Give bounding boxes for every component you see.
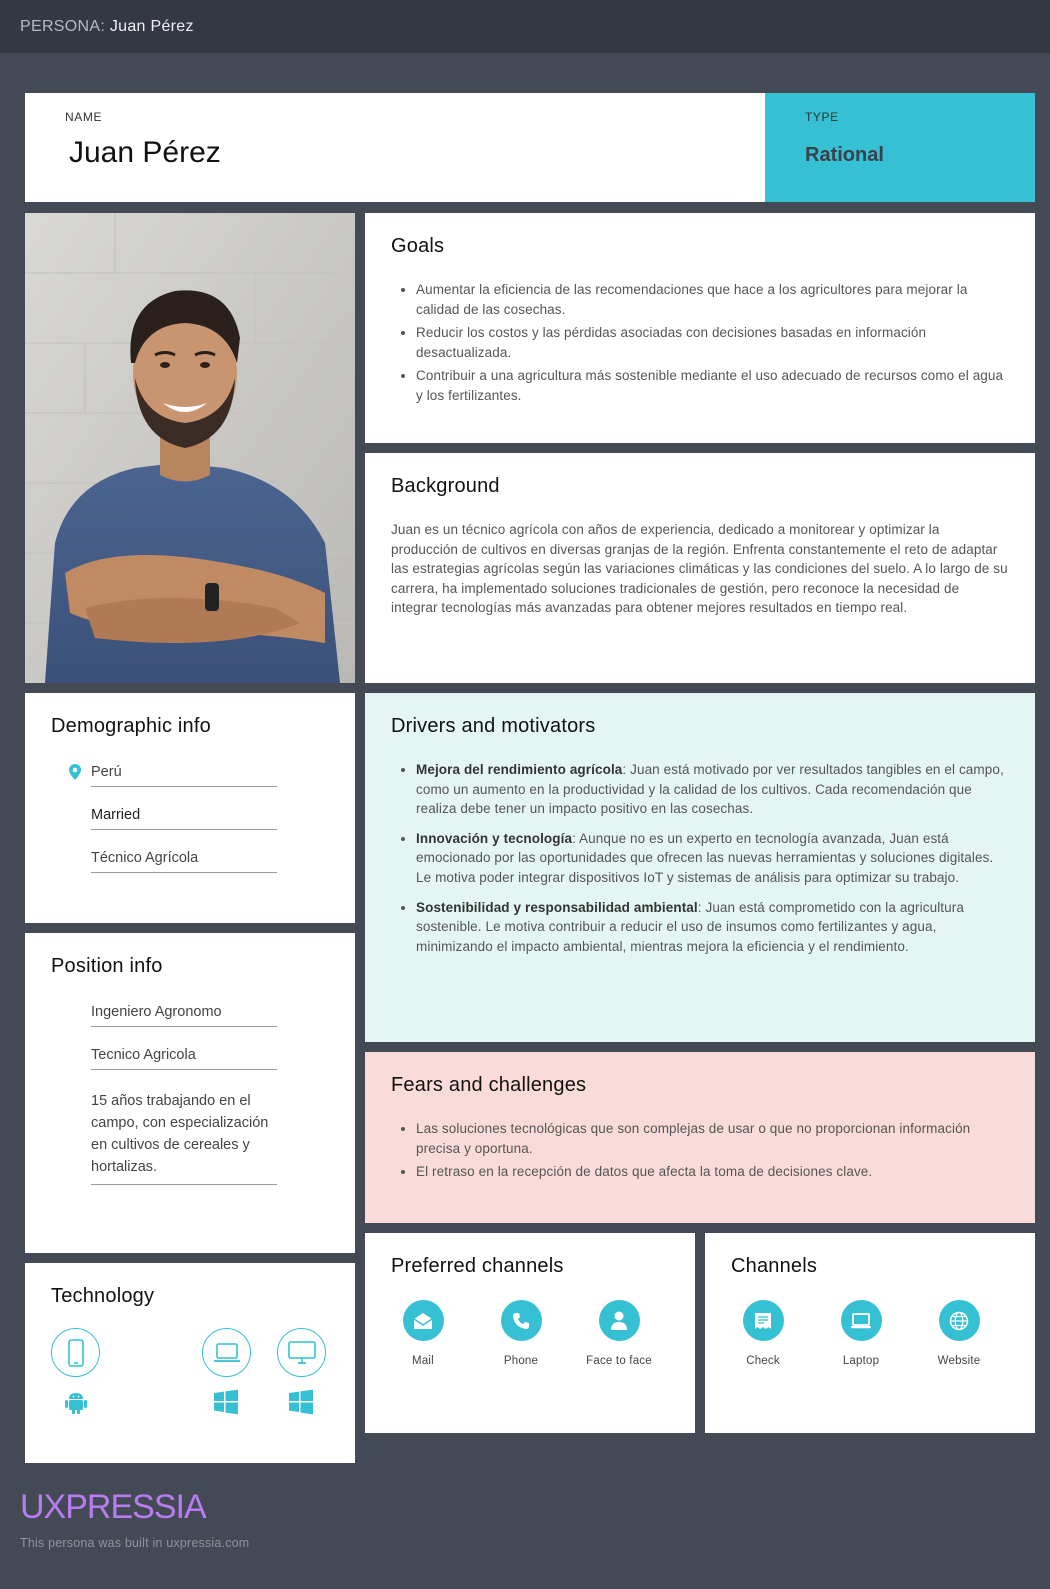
experience-field[interactable]: 15 años trabajando en el campo, con espe…: [91, 1090, 277, 1185]
drivers-list: Mejora del rendimiento agrícola: Juan es…: [391, 760, 1009, 956]
driver-heading: Sostenibilidad y responsabilidad ambient…: [416, 899, 698, 915]
globe-icon: [938, 1300, 980, 1341]
fears-card: Fears and challenges Las soluciones tecn…: [365, 1052, 1035, 1223]
persona-portrait-image: [25, 213, 355, 683]
marital-status-field[interactable]: Married: [91, 807, 277, 830]
goals-list: Aumentar la eficiencia de las recomendac…: [391, 280, 1009, 405]
position-card: Position info Ingeniero Agronomo Tecnico…: [25, 933, 355, 1253]
persona-type[interactable]: Rational: [805, 144, 1035, 167]
top-bar: PERSONA: Juan Pérez: [0, 0, 1050, 53]
location-field[interactable]: Perú: [69, 764, 277, 787]
demographic-card: Demographic info Perú Married Técnico Ag…: [25, 693, 355, 923]
list-item[interactable]: Aumentar la eficiencia de las recomendac…: [416, 280, 1009, 319]
job-title-field[interactable]: Tecnico Agricola: [91, 1047, 277, 1070]
channel-label: Laptop: [842, 1355, 880, 1367]
channel-mail[interactable]: Mail: [375, 1300, 471, 1367]
goals-card: Goals Aumentar la eficiencia de las reco…: [365, 213, 1035, 443]
technology-title: Technology: [51, 1285, 155, 1307]
channel-website[interactable]: Website: [911, 1300, 1007, 1367]
channel-check[interactable]: Check: [715, 1300, 811, 1367]
android-icon: [63, 1389, 89, 1420]
windows-icon: [213, 1389, 239, 1420]
drivers-card: Drivers and motivators Mejora del rendim…: [365, 693, 1035, 1042]
fears-title: Fears and challenges: [391, 1074, 587, 1096]
occupation-field[interactable]: Técnico Agrícola: [91, 850, 277, 873]
list-item[interactable]: Sostenibilidad y responsabilidad ambient…: [416, 898, 1009, 957]
footer-note: This persona was built in uxpressia.com: [20, 1536, 250, 1550]
windows-icon: [288, 1389, 314, 1420]
check-icon: [742, 1300, 784, 1341]
position-title: Position info: [51, 955, 163, 977]
background-title: Background: [391, 475, 500, 497]
technology-card: Technology: [25, 1263, 355, 1463]
channel-label: Check: [746, 1355, 780, 1367]
list-item[interactable]: Reducir los costos y las pérdidas asocia…: [416, 323, 1009, 362]
channel-laptop[interactable]: Laptop: [813, 1300, 909, 1367]
goals-title: Goals: [391, 235, 445, 257]
background-card: Background Juan es un técnico agrícola c…: [365, 453, 1035, 683]
role-field[interactable]: Ingeniero Agronomo: [91, 1004, 277, 1027]
channels-card: Channels Check Laptop Website: [705, 1233, 1035, 1433]
type-card: TYPE Rational: [765, 93, 1035, 202]
list-item[interactable]: Mejora del rendimiento agrícola: Juan es…: [416, 760, 1009, 819]
person-icon: [598, 1300, 640, 1341]
channel-face-to-face[interactable]: Face to face: [571, 1300, 667, 1367]
channel-label: Website: [937, 1355, 981, 1367]
uxpressia-logo[interactable]: UXPRESSIA: [20, 1488, 207, 1527]
persona-name[interactable]: Juan Pérez: [69, 136, 765, 170]
list-item[interactable]: Las soluciones tecnológicas que son comp…: [416, 1119, 1009, 1158]
persona-photo[interactable]: [25, 213, 355, 683]
list-item[interactable]: Contribuir a una agricultura más sosteni…: [416, 366, 1009, 405]
name-label: NAME: [65, 110, 103, 124]
name-card: NAME Juan Pérez: [25, 93, 765, 202]
driver-heading: Innovación y tecnología: [416, 830, 573, 846]
location-pin-icon: [69, 764, 81, 784]
drivers-title: Drivers and motivators: [391, 715, 596, 737]
channel-label: Phone: [503, 1355, 539, 1367]
phone-icon[interactable]: [51, 1328, 100, 1377]
channel-label: Mail: [412, 1355, 434, 1367]
fears-list: Las soluciones tecnológicas que son comp…: [391, 1119, 1009, 1182]
persona-prefix: PERSONA:: [20, 18, 106, 35]
mail-icon: [402, 1300, 444, 1341]
type-label: TYPE: [805, 110, 839, 124]
location-value: Perú: [91, 764, 122, 780]
laptop-icon[interactable]: [202, 1328, 251, 1377]
list-item[interactable]: El retraso en la recepción de datos que …: [416, 1162, 1009, 1182]
desktop-icon[interactable]: [277, 1328, 326, 1377]
laptop-icon: [840, 1300, 882, 1341]
list-item[interactable]: Innovación y tecnología: Aunque no es un…: [416, 829, 1009, 888]
persona-title: Juan Pérez: [109, 18, 194, 35]
preferred-channels-card: Preferred channels Mail Phone Face to fa…: [365, 1233, 695, 1433]
channels-title: Channels: [731, 1255, 818, 1277]
preferred-channels-title: Preferred channels: [391, 1255, 564, 1277]
channel-phone[interactable]: Phone: [473, 1300, 569, 1367]
phone-icon: [500, 1300, 542, 1341]
background-text[interactable]: Juan es un técnico agrícola con años de …: [391, 520, 1009, 618]
driver-heading: Mejora del rendimiento agrícola: [416, 762, 623, 777]
channel-label: Face to face: [586, 1355, 652, 1367]
demographic-title: Demographic info: [51, 715, 211, 737]
